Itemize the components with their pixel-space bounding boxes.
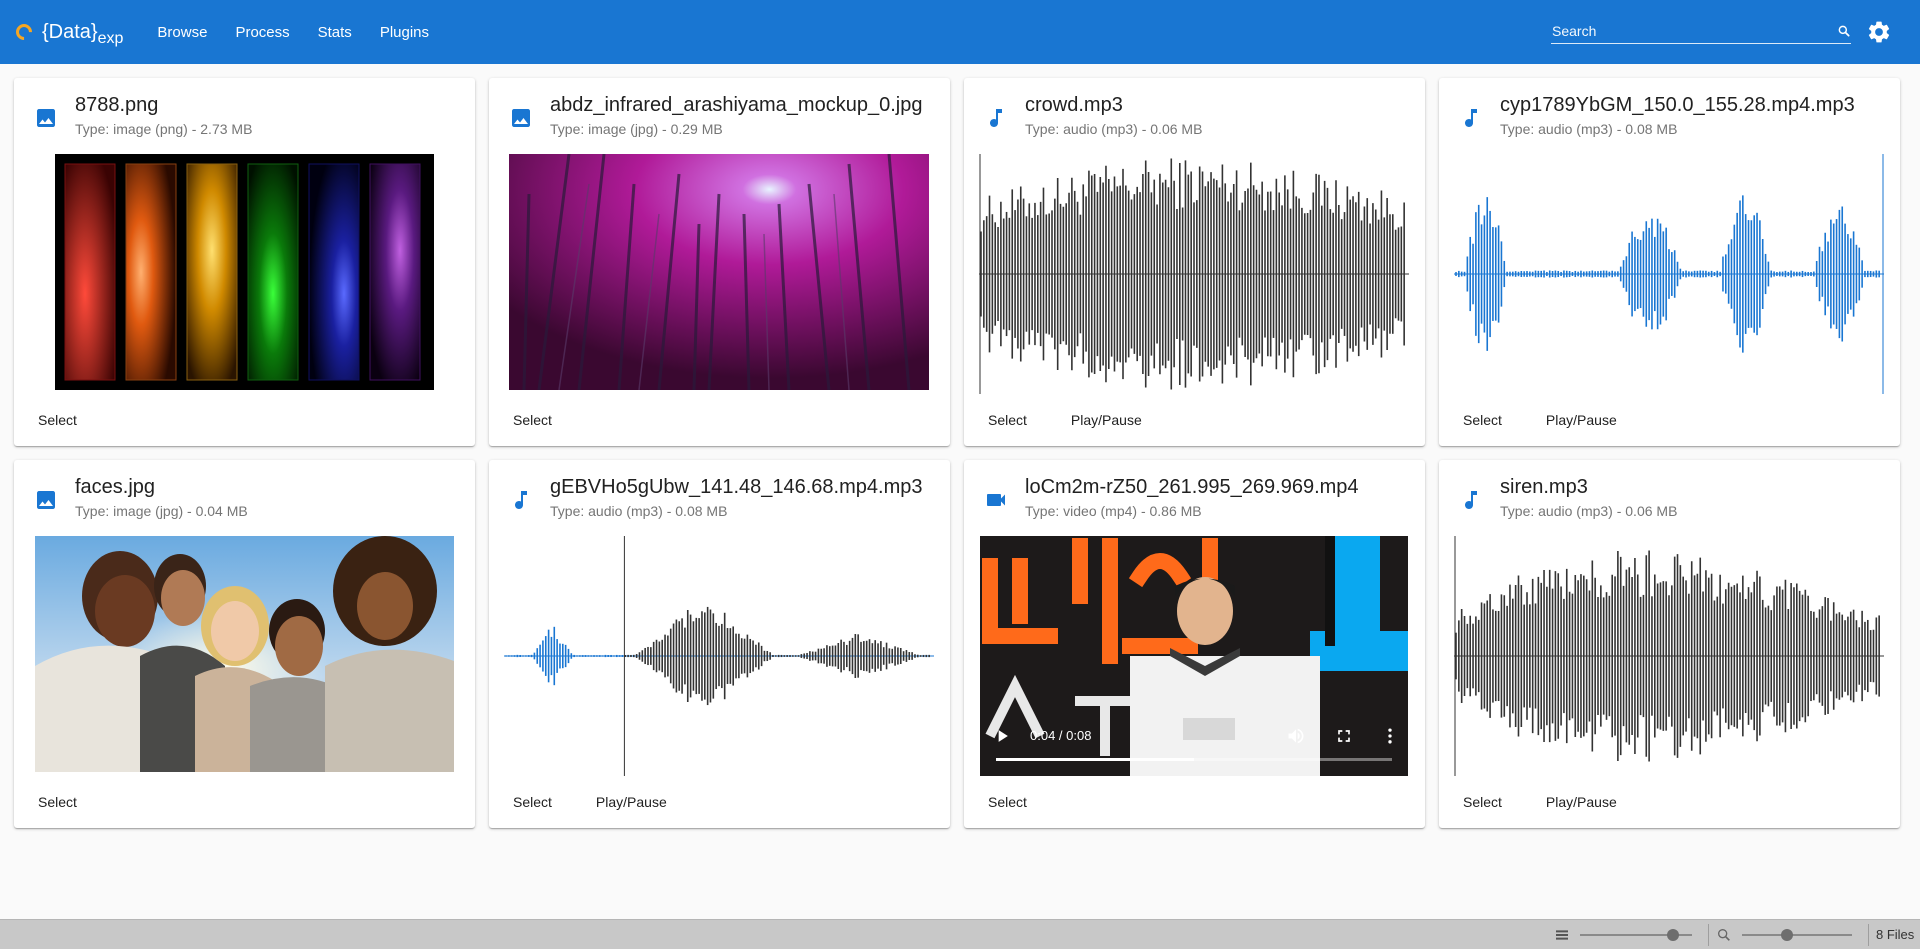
play-icon[interactable] [992, 726, 1012, 746]
card-subtitle: Type: audio (mp3) - 0.08 MB [1500, 121, 1678, 137]
select-button[interactable]: Select [972, 786, 1043, 818]
video-player[interactable]: 0:04 / 0:08 [980, 536, 1408, 776]
play-pause-button[interactable]: Play/Pause [1055, 404, 1158, 436]
video-progress-fill [996, 758, 1194, 761]
app-bar: {Data}exp Browse Process Stats Plugins [0, 0, 1920, 64]
card-subtitle: Type: video (mp4) - 0.86 MB [1025, 503, 1202, 519]
card-header: crowd.mp3 Type: audio (mp3) - 0.06 MB [964, 78, 1425, 154]
audio-waveform[interactable] [1454, 536, 1884, 776]
zoom-slider[interactable] [1742, 929, 1852, 941]
audio-waveform[interactable] [1454, 154, 1884, 394]
play-pause-button[interactable]: Play/Pause [1530, 786, 1633, 818]
app-logo[interactable]: {Data}exp [12, 20, 124, 47]
file-card[interactable]: 8788.png Type: image (png) - 2.73 MB Sel… [14, 78, 475, 446]
card-title: cyp1789YbGM_150.0_155.28.mp4.mp3 [1500, 94, 1855, 116]
nav-browse[interactable]: Browse [143, 16, 221, 49]
card-subtitle: Type: image (jpg) - 0.04 MB [75, 503, 248, 519]
nav-stats[interactable]: Stats [304, 16, 366, 49]
card-header: cyp1789YbGM_150.0_155.28.mp4.mp3 Type: a… [1439, 78, 1900, 154]
music-note-icon [1465, 109, 1477, 127]
audio-waveform[interactable] [979, 154, 1409, 394]
select-button[interactable]: Select [1447, 404, 1518, 436]
image-thumbnail [55, 154, 434, 390]
card-title: 8788.png [75, 94, 159, 116]
music-note-icon [990, 109, 1002, 127]
music-note-icon [515, 491, 527, 509]
card-title: crowd.mp3 [1025, 94, 1123, 116]
card-title: siren.mp3 [1500, 476, 1588, 498]
play-pause-button[interactable]: Play/Pause [1530, 404, 1633, 436]
video-controls: 0:04 / 0:08 [980, 716, 1408, 776]
card-size-slider[interactable] [1580, 929, 1692, 941]
card-actions: Select [22, 402, 93, 438]
card-subtitle: Type: image (jpg) - 0.29 MB [550, 121, 723, 137]
select-button[interactable]: Select [497, 404, 568, 436]
file-card[interactable]: crowd.mp3 Type: audio (mp3) - 0.06 MB Se… [964, 78, 1425, 446]
status-bar: 8 Files [0, 919, 1920, 949]
card-header: faces.jpg Type: image (jpg) - 0.04 MB [14, 460, 475, 536]
card-header: 8788.png Type: image (png) - 2.73 MB [14, 78, 475, 154]
card-header: gEBVHo5gUbw_141.48_146.68.mp4.mp3 Type: … [489, 460, 950, 536]
slider-thumb[interactable] [1667, 929, 1680, 941]
card-subtitle: Type: audio (mp3) - 0.06 MB [1025, 121, 1203, 137]
card-actions: Select Play/Pause [1447, 784, 1633, 820]
card-actions: Select Play/Pause [972, 402, 1158, 438]
search-input[interactable] [1551, 22, 1837, 39]
card-actions: Select [497, 402, 568, 438]
search-icon[interactable] [1837, 24, 1851, 38]
file-card[interactable]: abdz_infrared_arashiyama_mockup_0.jpg Ty… [489, 78, 950, 446]
file-card[interactable]: faces.jpg Type: image (jpg) - 0.04 MB Se… [14, 460, 475, 828]
card-actions: Select Play/Pause [1447, 402, 1633, 438]
card-header: siren.mp3 Type: audio (mp3) - 0.06 MB [1439, 460, 1900, 536]
card-actions: Select [972, 784, 1043, 820]
select-button[interactable]: Select [1447, 786, 1518, 818]
image-icon [512, 109, 530, 127]
divider [1708, 924, 1709, 946]
image-icon [37, 491, 55, 509]
more-vert-icon[interactable] [1380, 726, 1400, 746]
videocam-icon [987, 494, 1005, 506]
video-progress-bar[interactable] [996, 758, 1392, 761]
card-title: faces.jpg [75, 476, 156, 498]
logo-ring-icon [12, 20, 36, 44]
nav-process[interactable]: Process [221, 16, 303, 49]
files-count: 8 Files [1876, 927, 1915, 942]
nav-plugins[interactable]: Plugins [366, 16, 443, 49]
card-header: loCm2m-rZ50_261.995_269.969.mp4 Type: vi… [964, 460, 1425, 536]
file-card[interactable]: gEBVHo5gUbw_141.48_146.68.mp4.mp3 Type: … [489, 460, 950, 828]
file-card[interactable]: cyp1789YbGM_150.0_155.28.mp4.mp3 Type: a… [1439, 78, 1900, 446]
zoom-icon[interactable] [1716, 927, 1732, 943]
slider-thumb[interactable] [1780, 929, 1793, 941]
select-button[interactable]: Select [22, 786, 93, 818]
card-title: abdz_infrared_arashiyama_mockup_0.jpg [550, 94, 923, 116]
card-header: abdz_infrared_arashiyama_mockup_0.jpg Ty… [489, 78, 950, 154]
card-subtitle: Type: audio (mp3) - 0.06 MB [1500, 503, 1678, 519]
image-thumbnail [35, 536, 454, 772]
fullscreen-icon[interactable] [1334, 726, 1354, 746]
card-actions: Select Play/Pause [497, 784, 683, 820]
file-card[interactable]: loCm2m-rZ50_261.995_269.969.mp4 Type: vi… [964, 460, 1425, 828]
main-nav: Browse Process Stats Plugins [143, 16, 443, 49]
search-box [1551, 18, 1851, 44]
music-note-icon [1465, 491, 1477, 509]
logo-text: {Data}exp [42, 20, 124, 47]
select-button[interactable]: Select [497, 786, 568, 818]
view-list-icon[interactable] [1554, 927, 1570, 943]
volume-icon[interactable] [1286, 726, 1306, 746]
play-pause-button[interactable]: Play/Pause [580, 786, 683, 818]
video-time: 0:04 / 0:08 [1030, 728, 1092, 743]
divider [1868, 924, 1869, 946]
card-subtitle: Type: audio (mp3) - 0.08 MB [550, 503, 728, 519]
gear-icon[interactable] [1866, 19, 1892, 45]
card-subtitle: Type: image (png) - 2.73 MB [75, 121, 253, 137]
image-icon [37, 109, 55, 127]
card-title: loCm2m-rZ50_261.995_269.969.mp4 [1025, 476, 1359, 498]
file-card[interactable]: siren.mp3 Type: audio (mp3) - 0.06 MB Se… [1439, 460, 1900, 828]
card-title: gEBVHo5gUbw_141.48_146.68.mp4.mp3 [550, 476, 923, 498]
card-actions: Select [22, 784, 93, 820]
audio-waveform[interactable] [504, 536, 934, 776]
image-thumbnail [509, 154, 929, 390]
select-button[interactable]: Select [972, 404, 1043, 436]
select-button[interactable]: Select [22, 404, 93, 436]
